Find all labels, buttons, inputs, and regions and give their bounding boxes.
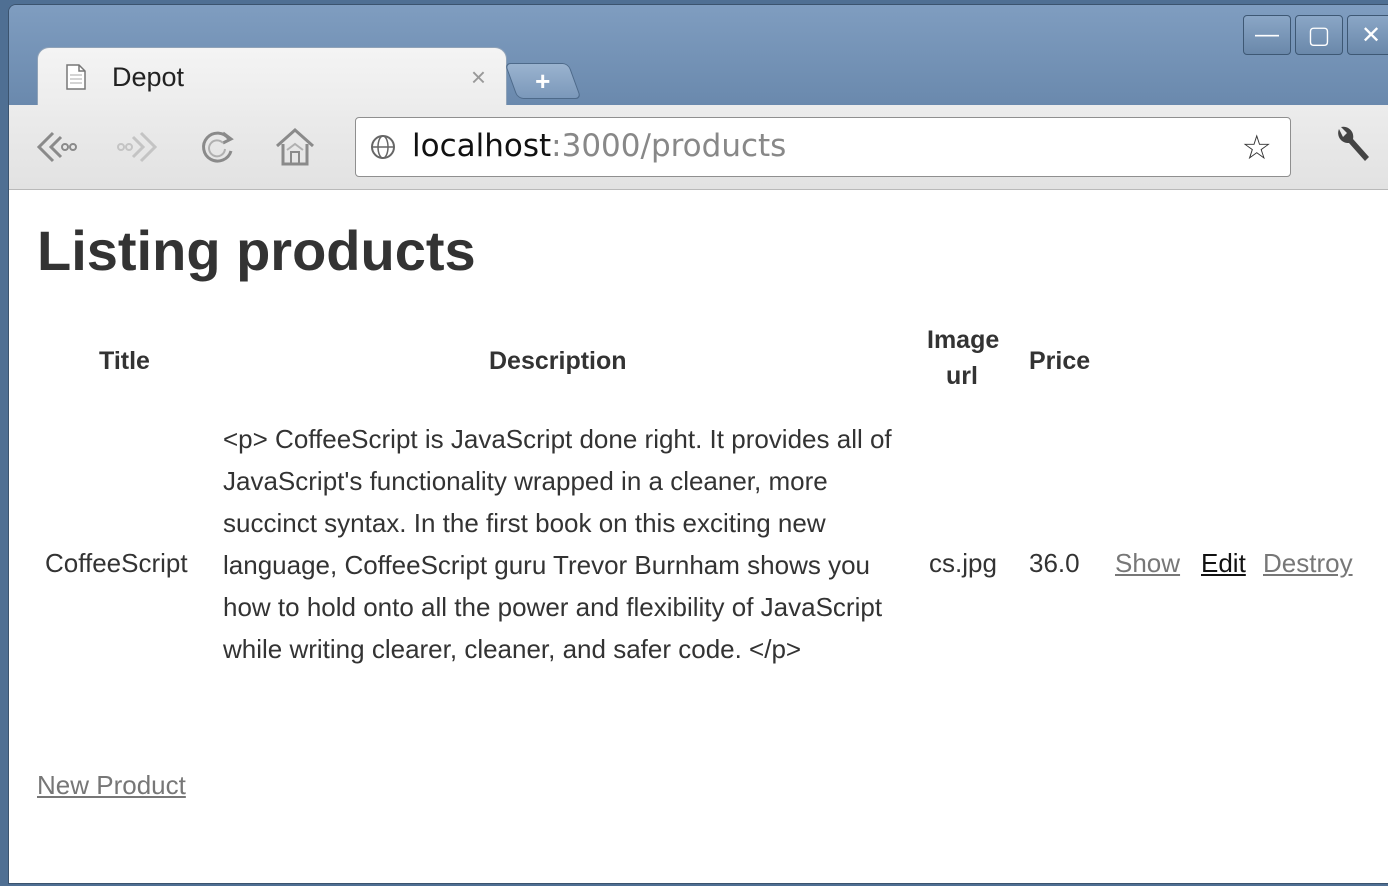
back-button[interactable] — [31, 123, 79, 171]
header-price: Price — [1029, 347, 1091, 375]
cell-title: CoffeeScript — [45, 548, 188, 578]
close-window-button[interactable]: ✕ — [1347, 15, 1388, 55]
header-image-url-line2: url — [946, 362, 978, 390]
forward-button[interactable] — [115, 123, 163, 171]
new-tab-button[interactable]: + — [504, 63, 582, 99]
cell-image-url: cs.jpg — [929, 548, 997, 578]
header-image-url: Image url — [927, 322, 1000, 394]
page-content: Listing products Title Description Image… — [9, 190, 1388, 883]
globe-icon — [371, 135, 395, 159]
edit-link[interactable]: Edit — [1201, 542, 1246, 584]
plus-icon: + — [535, 65, 551, 96]
wrench-icon[interactable] — [1331, 123, 1371, 169]
destroy-link[interactable]: Destroy — [1263, 542, 1353, 584]
url-path: :3000/products — [551, 128, 787, 164]
title-bar: — ▢ ✕ Depot × + — [9, 5, 1388, 109]
show-link[interactable]: Show — [1115, 542, 1180, 584]
star-icon[interactable]: ☆ — [1242, 128, 1272, 168]
reload-button[interactable] — [193, 123, 241, 171]
minimize-button[interactable]: — — [1243, 15, 1291, 55]
header-image-url-line1: Image — [927, 326, 1000, 354]
tab-title: Depot — [112, 62, 185, 92]
browser-toolbar: localhost:3000/products ☆ — [9, 105, 1388, 190]
tab-depot[interactable]: Depot × — [37, 47, 507, 109]
home-button[interactable] — [271, 123, 319, 171]
cell-price: 36.0 — [1029, 548, 1080, 578]
tab-close-icon[interactable]: × — [471, 62, 486, 93]
cell-description: <p> CoffeeScript is JavaScript done righ… — [223, 424, 892, 664]
url-text: localhost:3000/products — [412, 128, 786, 164]
browser-window: — ▢ ✕ Depot × + localhost:3000/products … — [8, 4, 1388, 884]
page-title: Listing products — [37, 219, 476, 282]
maximize-button[interactable]: ▢ — [1295, 15, 1343, 55]
document-icon — [66, 64, 86, 90]
url-host: localhost — [412, 128, 552, 164]
address-bar[interactable]: localhost:3000/products ☆ — [355, 117, 1291, 177]
header-title: Title — [99, 347, 150, 375]
forward-icon — [117, 131, 158, 163]
header-description: Description — [489, 347, 627, 375]
back-icon — [36, 131, 77, 163]
window-controls: — ▢ ✕ — [1243, 15, 1388, 55]
new-product-link[interactable]: New Product — [37, 764, 186, 806]
reload-icon — [202, 131, 234, 163]
home-icon — [276, 127, 314, 166]
